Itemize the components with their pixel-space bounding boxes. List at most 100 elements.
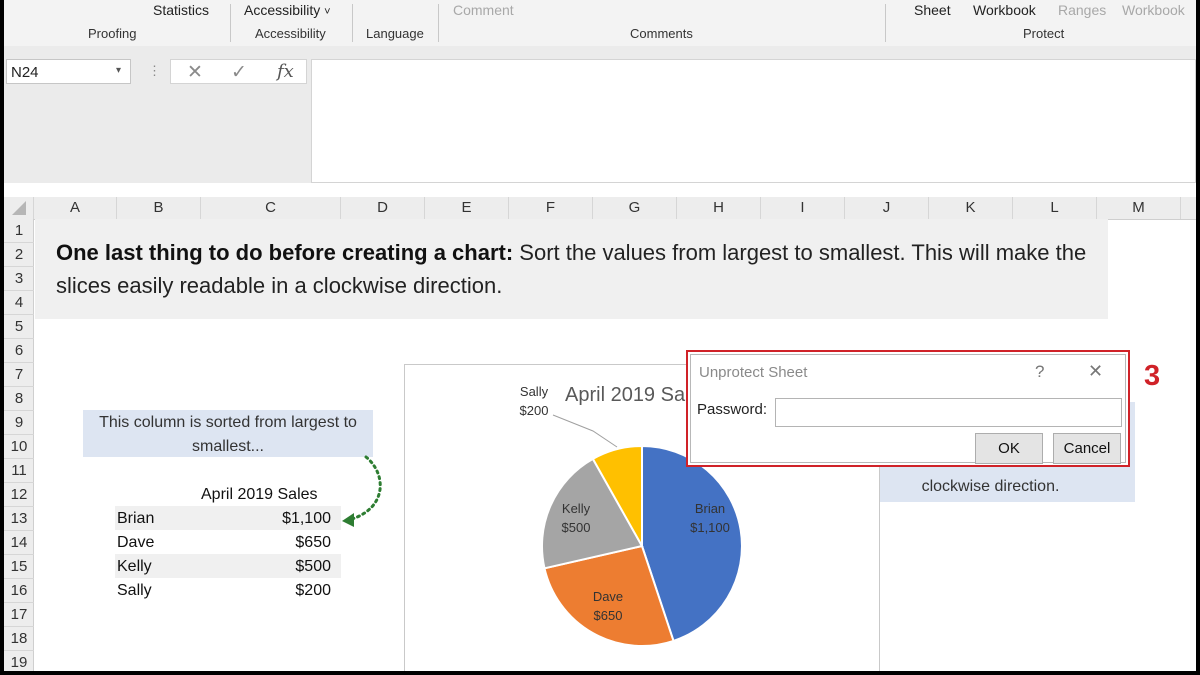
unprotect-sheet-dialog[interactable]: Unprotect Sheet ? ✕ Password: OK Cancel xyxy=(686,350,1130,467)
column-header-g[interactable]: G xyxy=(593,197,677,219)
clockwise-callout-text: clockwise direction. xyxy=(921,478,1060,495)
group-label-proofing: Proofing xyxy=(88,26,137,41)
cancel-button[interactable]: Cancel xyxy=(1053,433,1121,464)
table-header: April 2019 Sales xyxy=(201,486,318,503)
chevron-down-icon[interactable]: ▾ xyxy=(116,65,121,76)
column-header-h[interactable]: H xyxy=(677,197,761,219)
dotted-arrow-icon xyxy=(342,455,382,527)
row-header[interactable]: 18 xyxy=(4,627,34,651)
table-cell-name[interactable]: Dave xyxy=(117,534,154,552)
table-cell-name[interactable]: Kelly xyxy=(117,558,152,576)
formula-input[interactable] xyxy=(311,59,1196,183)
row-header[interactable]: 17 xyxy=(4,603,34,627)
group-label-protect: Protect xyxy=(1023,26,1065,41)
row-header[interactable]: 5 xyxy=(4,315,34,339)
excel-window: Statistics Accessibility ˅ Comment Sheet… xyxy=(4,0,1196,671)
ribbon-separator xyxy=(885,4,886,42)
group-label-language: Language xyxy=(366,26,424,41)
column-header-c[interactable]: C xyxy=(201,197,341,219)
slice-label-name: Kelly xyxy=(562,501,591,516)
row-header[interactable]: 12 xyxy=(4,483,34,507)
row-header[interactable]: 10 xyxy=(4,435,34,459)
table-cell-value[interactable]: $200 xyxy=(204,582,331,600)
row-header[interactable]: 13 xyxy=(4,507,34,531)
slice-label-name: Brian xyxy=(695,501,725,516)
column-header-l[interactable]: L xyxy=(1013,197,1097,219)
table-cell-name[interactable]: Sally xyxy=(117,582,152,600)
table-cell-value[interactable]: $500 xyxy=(204,558,331,576)
protect-workbook-button[interactable]: Workbook xyxy=(973,2,1036,18)
dialog-body: Unprotect Sheet ? ✕ Password: OK Cancel xyxy=(690,354,1126,464)
slice-label-value: $500 xyxy=(562,520,591,535)
row-header[interactable]: 14 xyxy=(4,531,34,555)
formula-buttons: ✕ ✓ fx xyxy=(170,59,307,84)
sorted-column-callout: This column is sorted from largest to sm… xyxy=(83,410,373,457)
slice-label-value: $1,100 xyxy=(690,520,730,535)
name-box-value: N24 xyxy=(11,64,39,81)
ribbon: Statistics Accessibility ˅ Comment Sheet… xyxy=(4,0,1196,47)
slice-label-name: Dave xyxy=(593,589,623,604)
row-header[interactable]: 19 xyxy=(4,651,34,671)
column-header-e[interactable]: E xyxy=(425,197,509,219)
row-header[interactable]: 1 xyxy=(4,219,34,243)
row-header[interactable]: 9 xyxy=(4,411,34,435)
chevron-down-icon: ˅ xyxy=(324,6,331,18)
ribbon-separator xyxy=(230,4,231,42)
column-header-d[interactable]: D xyxy=(341,197,425,219)
select-all-icon xyxy=(12,201,26,215)
step-number-badge: 3 xyxy=(1144,360,1161,392)
group-label-comments: Comments xyxy=(630,26,693,41)
sorted-column-callout-text: This column is sorted from largest to sm… xyxy=(99,414,357,455)
slice-label-value: $650 xyxy=(594,608,623,623)
row-header[interactable]: 6 xyxy=(4,339,34,363)
slice-label-name: Sally xyxy=(520,384,549,399)
group-label-accessibility: Accessibility xyxy=(255,26,326,41)
allow-edit-ranges-button[interactable]: Ranges xyxy=(1058,2,1106,18)
row-header[interactable]: 4 xyxy=(4,291,34,315)
ok-button[interactable]: OK xyxy=(975,433,1043,464)
tip-text-bold: One last thing to do before creating a c… xyxy=(56,240,514,265)
pie-slices xyxy=(540,444,743,647)
table-cell-value[interactable]: $650 xyxy=(204,534,331,552)
table-cell-name[interactable]: Brian xyxy=(117,510,154,528)
password-label: Password: xyxy=(697,401,768,418)
row-header[interactable]: 8 xyxy=(4,387,34,411)
password-field[interactable] xyxy=(775,398,1122,427)
accessibility-button[interactable]: Accessibility ˅ xyxy=(244,2,331,18)
column-header-i[interactable]: I xyxy=(761,197,845,219)
share-workbook-button[interactable]: Workbook xyxy=(1122,2,1185,18)
ribbon-separator xyxy=(352,4,353,42)
ribbon-separator xyxy=(438,4,439,42)
tip-text: One last thing to do before creating a c… xyxy=(56,236,1096,302)
column-header-b[interactable]: B xyxy=(117,197,201,219)
help-icon[interactable]: ? xyxy=(1035,362,1044,382)
select-all-button[interactable] xyxy=(4,197,34,219)
comment-button[interactable]: Comment xyxy=(453,2,514,18)
row-header[interactable]: 16 xyxy=(4,579,34,603)
column-header-j[interactable]: J xyxy=(845,197,929,219)
enter-icon[interactable]: ✓ xyxy=(231,61,247,84)
row-header[interactable]: 3 xyxy=(4,267,34,291)
close-icon[interactable]: ✕ xyxy=(1088,361,1103,382)
column-header-k[interactable]: K xyxy=(929,197,1013,219)
column-header-a[interactable]: A xyxy=(34,197,117,219)
grip-icon[interactable]: ⋮ xyxy=(148,63,161,79)
dialog-title: Unprotect Sheet xyxy=(699,364,808,381)
name-box[interactable]: N24 ▾ xyxy=(6,59,131,84)
column-header-row: A B C D E F G H I J K L M xyxy=(4,197,1196,220)
row-header[interactable]: 7 xyxy=(4,363,34,387)
statistics-button[interactable]: Statistics xyxy=(153,2,209,18)
table-cell-value[interactable]: $1,100 xyxy=(204,510,331,528)
protect-sheet-button[interactable]: Sheet xyxy=(914,2,951,18)
sally-leader-line xyxy=(552,414,618,448)
row-header[interactable]: 2 xyxy=(4,243,34,267)
insert-function-icon[interactable]: fx xyxy=(277,61,294,82)
accessibility-button-label: Accessibility xyxy=(244,2,321,18)
row-header[interactable]: 15 xyxy=(4,555,34,579)
column-header-f[interactable]: F xyxy=(509,197,593,219)
slice-label-value: $200 xyxy=(520,403,549,418)
formula-bar-area: N24 ▾ ⋮ ✕ ✓ fx xyxy=(4,46,1196,183)
row-header[interactable]: 11 xyxy=(4,459,34,483)
column-header-m[interactable]: M xyxy=(1097,197,1181,219)
cancel-icon[interactable]: ✕ xyxy=(187,61,203,84)
